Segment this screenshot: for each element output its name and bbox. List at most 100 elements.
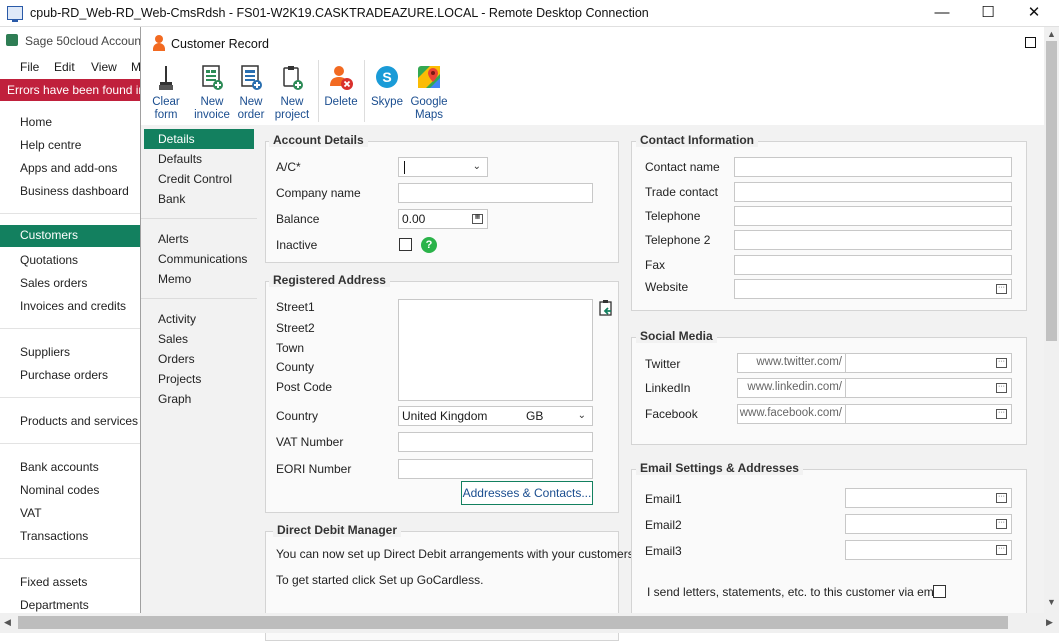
send-letters-checkbox[interactable] bbox=[933, 585, 946, 598]
ellipsis-icon[interactable]: ··· bbox=[996, 284, 1007, 294]
nav-nominal-codes[interactable]: Nominal codes bbox=[0, 480, 140, 502]
clear-form-button[interactable]: Clear form bbox=[149, 64, 183, 122]
nav-suppliers[interactable]: Suppliers bbox=[0, 342, 140, 364]
trade-contact-label: Trade contact bbox=[645, 185, 718, 199]
ac-input[interactable]: ⌄ bbox=[398, 157, 488, 177]
address-textarea[interactable] bbox=[398, 299, 593, 401]
ac-label: A/C* bbox=[276, 160, 301, 174]
skype-button[interactable]: S Skype bbox=[370, 64, 404, 109]
scroll-left-arrow-icon[interactable]: ◀ bbox=[4, 617, 11, 628]
section-details[interactable]: Details bbox=[144, 129, 254, 149]
section-defaults[interactable]: Defaults bbox=[144, 149, 254, 169]
ellipsis-icon[interactable]: ··· bbox=[996, 519, 1007, 529]
window-maximize-button[interactable] bbox=[1025, 37, 1036, 48]
scroll-right-arrow-icon[interactable]: ▶ bbox=[1046, 617, 1053, 628]
nav-home[interactable]: Home bbox=[0, 112, 140, 134]
paste-address-icon[interactable] bbox=[597, 299, 615, 317]
nav-apps[interactable]: Apps and add-ons bbox=[0, 158, 140, 180]
contact-name-input[interactable] bbox=[734, 157, 1012, 177]
telephone2-input[interactable] bbox=[734, 230, 1012, 250]
error-banner[interactable]: Errors have been found in y bbox=[0, 79, 142, 101]
section-graph[interactable]: Graph bbox=[144, 389, 254, 409]
section-alerts[interactable]: Alerts bbox=[144, 229, 254, 249]
menu-edit[interactable]: Edit bbox=[54, 60, 75, 74]
inactive-label: Inactive bbox=[276, 238, 318, 252]
menu-file[interactable]: File bbox=[20, 60, 39, 74]
linkedin-input[interactable]: www.linkedin.com/ ··· bbox=[737, 378, 1012, 398]
email1-input[interactable]: ··· bbox=[845, 488, 1012, 508]
nav-customers[interactable]: Customers bbox=[0, 225, 140, 247]
eori-number-input[interactable] bbox=[398, 459, 593, 479]
chevron-down-icon[interactable]: ⌄ bbox=[578, 410, 586, 421]
vertical-scroll-thumb[interactable] bbox=[1046, 41, 1057, 341]
menu-view[interactable]: View bbox=[91, 60, 117, 74]
nav-transactions[interactable]: Transactions bbox=[0, 526, 140, 548]
horizontal-scroll-thumb[interactable] bbox=[18, 616, 1008, 629]
nav-vat[interactable]: VAT bbox=[0, 503, 140, 525]
addresses-contacts-button[interactable]: Addresses & Contacts... bbox=[461, 481, 593, 505]
section-credit-control[interactable]: Credit Control bbox=[144, 169, 254, 189]
website-label: Website bbox=[645, 280, 689, 294]
inactive-checkbox[interactable] bbox=[399, 238, 412, 251]
section-activity[interactable]: Activity bbox=[144, 309, 254, 329]
facebook-input[interactable]: www.facebook.com/ ··· bbox=[737, 404, 1012, 424]
nav-help-centre[interactable]: Help centre bbox=[0, 135, 140, 157]
contact-name-label: Contact name bbox=[645, 160, 720, 174]
new-order-button[interactable]: New order bbox=[234, 64, 268, 122]
sage-main-window: Sage 50cloud Accoun File Edit View M Err… bbox=[0, 27, 142, 633]
email3-input[interactable]: ··· bbox=[845, 540, 1012, 560]
calculator-icon[interactable]: ▦ bbox=[472, 214, 483, 224]
balance-input[interactable]: 0.00 ▦ bbox=[398, 209, 488, 229]
nav-business-dashboard[interactable]: Business dashboard bbox=[0, 181, 140, 203]
toolbar-divider bbox=[318, 60, 319, 122]
gocardless-text: To get started click Set up GoCardless. bbox=[276, 573, 484, 587]
toolbar-divider bbox=[364, 60, 365, 122]
nav-invoices-credits[interactable]: Invoices and credits bbox=[0, 296, 140, 318]
delete-button[interactable]: Delete bbox=[323, 64, 359, 109]
section-orders[interactable]: Orders bbox=[144, 349, 254, 369]
ellipsis-icon[interactable]: ··· bbox=[996, 383, 1007, 393]
new-project-icon bbox=[279, 64, 305, 92]
telephone-label: Telephone bbox=[645, 209, 701, 223]
section-sales[interactable]: Sales bbox=[144, 329, 254, 349]
scroll-up-arrow-icon[interactable]: ▲ bbox=[1047, 29, 1056, 39]
minimize-button[interactable]: — bbox=[919, 0, 965, 27]
text-cursor bbox=[404, 161, 405, 174]
close-button[interactable]: ✕ bbox=[1011, 0, 1057, 27]
nav-bank-accounts[interactable]: Bank accounts bbox=[0, 457, 140, 479]
vat-number-input[interactable] bbox=[398, 432, 593, 452]
fax-input[interactable] bbox=[734, 255, 1012, 275]
nav-products-services[interactable]: Products and services bbox=[0, 411, 140, 433]
company-name-input[interactable] bbox=[398, 183, 593, 203]
ellipsis-icon[interactable]: ··· bbox=[996, 358, 1007, 368]
ellipsis-icon[interactable]: ··· bbox=[996, 409, 1007, 419]
nav-quotations[interactable]: Quotations bbox=[0, 250, 140, 272]
new-project-button[interactable]: New project bbox=[272, 64, 312, 122]
linkedin-prefix: www.linkedin.com/ bbox=[738, 379, 846, 397]
nav-purchase-orders[interactable]: Purchase orders bbox=[0, 365, 140, 387]
email1-label: Email1 bbox=[645, 492, 682, 506]
country-select[interactable]: United Kingdom GB ⌄ bbox=[398, 406, 593, 426]
section-communications[interactable]: Communications bbox=[144, 249, 254, 269]
new-invoice-button[interactable]: New invoice bbox=[192, 64, 232, 122]
nav-fixed-assets[interactable]: Fixed assets bbox=[0, 572, 140, 594]
scroll-down-arrow-icon[interactable]: ▼ bbox=[1047, 597, 1056, 607]
section-memo[interactable]: Memo bbox=[144, 269, 254, 289]
help-icon[interactable]: ? bbox=[421, 237, 437, 253]
account-details-title: Account Details bbox=[269, 133, 368, 147]
maximize-button[interactable]: ☐ bbox=[965, 0, 1011, 27]
google-maps-button[interactable]: Google Maps bbox=[409, 64, 449, 122]
chevron-down-icon[interactable]: ⌄ bbox=[473, 161, 481, 172]
email2-input[interactable]: ··· bbox=[845, 514, 1012, 534]
trade-contact-input[interactable] bbox=[734, 182, 1012, 202]
telephone-input[interactable] bbox=[734, 206, 1012, 226]
section-bank[interactable]: Bank bbox=[144, 189, 254, 209]
linkedin-label: LinkedIn bbox=[645, 381, 691, 395]
section-projects[interactable]: Projects bbox=[144, 369, 254, 389]
panel-divider bbox=[141, 298, 257, 299]
twitter-input[interactable]: www.twitter.com/ ··· bbox=[737, 353, 1012, 373]
nav-sales-orders[interactable]: Sales orders bbox=[0, 273, 140, 295]
ellipsis-icon[interactable]: ··· bbox=[996, 545, 1007, 555]
ellipsis-icon[interactable]: ··· bbox=[996, 493, 1007, 503]
website-input[interactable]: ··· bbox=[734, 279, 1012, 299]
